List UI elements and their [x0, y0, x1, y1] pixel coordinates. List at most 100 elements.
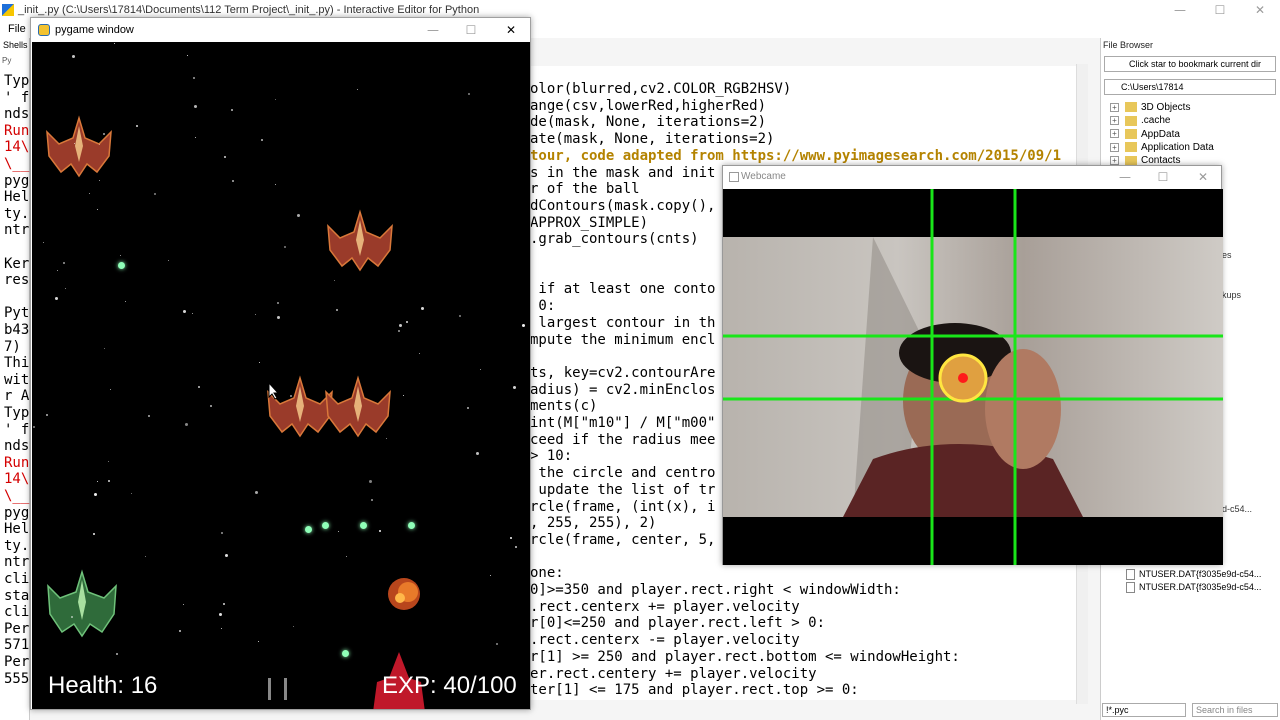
- star: [198, 386, 200, 388]
- star: [55, 297, 58, 300]
- code-line: r of the ball: [530, 181, 640, 198]
- file-tree-item[interactable]: + AppData: [1110, 128, 1180, 141]
- code-line: , 255, 255), 2): [530, 515, 657, 532]
- pygame-window[interactable]: pygame window — ☐ ✕ Health: 16 EXP: 40/1…: [30, 17, 531, 710]
- star: [476, 452, 479, 455]
- webcam-maximize-button[interactable]: ☐: [1143, 167, 1183, 187]
- code-line: update the list of tr: [530, 481, 716, 498]
- star: [194, 105, 197, 108]
- star: [284, 246, 286, 248]
- code-line: largest contour in th: [530, 314, 716, 331]
- game-canvas[interactable]: Health: 16 EXP: 40/100: [32, 42, 530, 709]
- shell-line: Typ: [4, 73, 30, 89]
- shell-line: res: [4, 272, 30, 289]
- bookmark-dropdown[interactable]: Click star to bookmark current dir: [1104, 56, 1276, 72]
- code-line: ter[1] <= 175 and player.rect.top >= 0:: [530, 682, 859, 699]
- webcam-minimize-button[interactable]: —: [1105, 167, 1145, 187]
- star: [131, 493, 132, 494]
- file-tree-item[interactable]: +3D Objects: [1110, 101, 1190, 114]
- shell-line: Run: [4, 454, 30, 471]
- star: [71, 616, 73, 618]
- pygame-maximize-button[interactable]: ☐: [451, 20, 491, 40]
- webcam-window[interactable]: Webcame — ☐ ✕: [722, 165, 1223, 565]
- folder-icon: [1125, 142, 1137, 153]
- shell-line: \__: [4, 156, 30, 172]
- code-line: tour, code adapted from https://www.pyim…: [530, 147, 1062, 164]
- file-browser-title: File Browser: [1103, 40, 1154, 50]
- star: [386, 438, 387, 439]
- shell-line: nds: [4, 106, 30, 123]
- code-line: 0:: [530, 298, 556, 315]
- menu-file[interactable]: File: [8, 23, 26, 35]
- pygame-close-button[interactable]: ✕: [491, 20, 531, 40]
- file-item[interactable]: NTUSER.DAT{f3035e9d-c54...: [1126, 568, 1261, 581]
- star: [513, 386, 516, 389]
- star: [99, 180, 100, 181]
- star: [261, 139, 263, 141]
- file-item[interactable]: NTUSER.DAT{f3035e9d-c54...: [1126, 581, 1261, 594]
- ide-minimize-button[interactable]: —: [1160, 0, 1200, 20]
- enemy-ship: [46, 117, 112, 177]
- code-line: de(mask, None, iterations=2): [530, 114, 767, 131]
- star: [399, 324, 402, 327]
- file-label: NTUSER.DAT{f3035e9d-c54...: [1139, 569, 1262, 579]
- ide-close-button[interactable]: ✕: [1240, 0, 1280, 20]
- file-tree-label: 3D Objects: [1141, 102, 1191, 113]
- shells-label: Shells: [3, 40, 28, 50]
- star: [406, 321, 408, 323]
- shell-line: pyg: [4, 172, 30, 189]
- shell-line: r A: [4, 388, 30, 405]
- file-tree-item[interactable]: + Application Data: [1110, 141, 1214, 154]
- expand-icon[interactable]: +: [1110, 116, 1119, 126]
- star: [490, 575, 491, 576]
- shell-line: Run: [4, 122, 30, 139]
- shells-tab[interactable]: Py: [2, 56, 11, 65]
- expand-icon[interactable]: +: [1110, 142, 1119, 152]
- path-field[interactable]: C:\Users\17814: [1104, 79, 1276, 95]
- star: [419, 353, 420, 354]
- star: [108, 480, 110, 482]
- star: [293, 626, 294, 627]
- shell-line: Ker: [4, 255, 30, 272]
- player-ship: [47, 569, 117, 638]
- webcam-close-button[interactable]: ✕: [1183, 167, 1223, 187]
- star: [104, 348, 105, 349]
- enemy-ship: [325, 377, 391, 437]
- shell-line: cli: [4, 571, 30, 587]
- code-line: .grab_contours(cnts): [530, 231, 699, 248]
- expand-icon[interactable]: +: [1110, 156, 1119, 166]
- code-line: r[0]<=250 and player.rect.left > 0:: [530, 615, 826, 632]
- star: [357, 89, 358, 90]
- star: [116, 653, 118, 655]
- star: [192, 313, 193, 314]
- expand-icon[interactable]: +: [1110, 129, 1119, 139]
- star: [371, 499, 373, 501]
- ide-title: _init_.py (C:\Users\17814\Documents\112 …: [18, 4, 480, 16]
- star: [224, 156, 226, 158]
- star: [510, 537, 512, 539]
- side-fragment: es: [1222, 250, 1232, 260]
- star: [43, 242, 44, 243]
- bullet: [322, 522, 329, 529]
- star: [125, 301, 126, 302]
- file-tree-label: Application Data: [1141, 141, 1214, 153]
- shell-line: b43: [4, 322, 30, 338]
- filter-input[interactable]: !*.pyc: [1102, 703, 1186, 717]
- file-icon: [1126, 582, 1135, 594]
- star: [221, 532, 223, 534]
- star: [120, 255, 121, 256]
- ide-maximize-button[interactable]: ☐: [1200, 0, 1240, 20]
- star: [277, 316, 280, 319]
- pygame-minimize-button[interactable]: —: [413, 20, 453, 40]
- code-line: one:: [530, 565, 564, 582]
- code-line: ate(mask, None, iterations=2): [530, 131, 775, 148]
- file-tree-item[interactable]: + .cache: [1110, 114, 1170, 127]
- expand-icon[interactable]: +: [1110, 102, 1119, 112]
- star: [74, 143, 75, 144]
- search-files-input[interactable]: Search in files: [1192, 703, 1278, 717]
- shell-line: Thi: [4, 355, 30, 372]
- side-fragment: d-c54...: [1222, 504, 1253, 514]
- star: [232, 180, 234, 182]
- star: [193, 77, 195, 79]
- star: [275, 184, 276, 185]
